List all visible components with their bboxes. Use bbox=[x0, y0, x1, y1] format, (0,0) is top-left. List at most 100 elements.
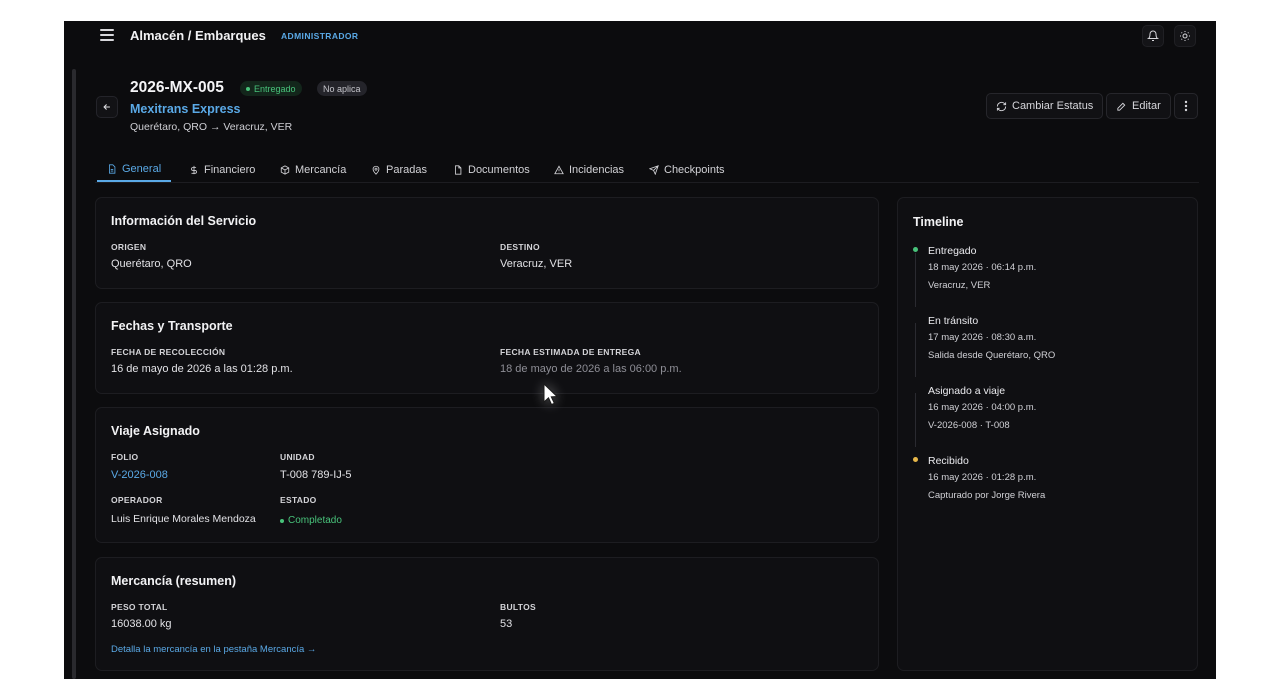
folio-label: FOLIO bbox=[111, 452, 139, 462]
more-options-button[interactable] bbox=[1174, 93, 1198, 119]
timeline-panel: Timeline Entregado 18 may 2026 · 06:14 p… bbox=[897, 197, 1198, 671]
unit-value: T-008 789-IJ-5 bbox=[280, 469, 352, 481]
timeline-connector bbox=[915, 253, 916, 307]
notifications-button[interactable] bbox=[1142, 25, 1164, 47]
folio-link[interactable]: V-2026-008 bbox=[111, 469, 168, 481]
tab-documentos[interactable]: Documentos bbox=[443, 157, 540, 182]
tab-label: Paradas bbox=[386, 163, 427, 176]
timeline-event-note: Capturado por Jorge Rivera bbox=[928, 490, 1046, 501]
timeline-event-time: 18 may 2026 · 06:14 p.m. bbox=[928, 262, 1037, 273]
card-title: Información del Servicio bbox=[111, 214, 257, 228]
top-bar: Almacén / Embarques ADMINISTRADOR bbox=[64, 21, 1216, 51]
tab-general[interactable]: General bbox=[97, 157, 172, 182]
status-badge: Entregado bbox=[240, 81, 302, 96]
timeline-event-time: 16 may 2026 · 01:28 p.m. bbox=[928, 472, 1037, 483]
timeline-event-name: Entregado bbox=[928, 245, 977, 257]
timeline-dot-icon bbox=[913, 457, 918, 462]
trip-state-badge: Completado bbox=[280, 515, 342, 526]
dollar-icon bbox=[191, 165, 197, 174]
origin-label: ORIGEN bbox=[111, 242, 147, 252]
timeline-event-note: V-2026-008 · T-008 bbox=[928, 420, 1010, 431]
timeline-event: En tránsito 17 may 2026 · 08:30 a.m. Sal… bbox=[913, 315, 1183, 377]
timeline-event-note: Salida desde Querétaro, QRO bbox=[928, 350, 1056, 361]
scrollbar[interactable] bbox=[72, 69, 76, 679]
tab-bar: General Financiero Mercancía Paradas Doc… bbox=[95, 157, 1199, 183]
card-title: Mercancía (resumen) bbox=[111, 574, 237, 588]
timeline-event: Asignado a viaje 16 may 2026 · 04:00 p.m… bbox=[913, 385, 1183, 447]
more-vertical-icon bbox=[1184, 100, 1188, 112]
packages-value: 53 bbox=[500, 618, 513, 630]
state-dot-icon bbox=[280, 518, 284, 523]
change-status-label: Cambiar Estatus bbox=[1012, 100, 1094, 112]
weight-value: 16038.00 kg bbox=[111, 618, 172, 630]
tab-checkpoints[interactable]: Checkpoints bbox=[639, 157, 735, 182]
card-title: Fechas y Transporte bbox=[111, 319, 233, 333]
edit-label: Editar bbox=[1132, 100, 1161, 112]
edit-button[interactable]: Editar bbox=[1106, 93, 1171, 119]
document-icon bbox=[109, 163, 116, 174]
tab-label: Checkpoints bbox=[664, 163, 725, 176]
timeline-event: Recibido 16 may 2026 · 01:28 p.m. Captur… bbox=[913, 455, 1183, 517]
packages-label: BULTOS bbox=[500, 602, 536, 612]
tab-mercancia[interactable]: Mercancía bbox=[270, 157, 356, 182]
mouse-cursor-icon bbox=[543, 383, 559, 406]
timeline-event-name: En tránsito bbox=[928, 315, 979, 327]
timeline-event-time: 17 may 2026 · 08:30 a.m. bbox=[928, 332, 1037, 343]
route-summary: Querétaro, QRO → Veracruz, VER bbox=[130, 121, 293, 133]
breadcrumb: Almacén / Embarques bbox=[130, 28, 266, 43]
tab-label: Documentos bbox=[468, 163, 530, 176]
operator-value: Luis Enrique Morales Mendoza bbox=[111, 513, 256, 525]
arrow-left-icon bbox=[103, 104, 110, 110]
unit-label: UNIDAD bbox=[280, 452, 315, 462]
app-window: Almacén / Embarques ADMINISTRADOR 2026-M… bbox=[64, 21, 1216, 679]
carrier-link[interactable]: Mexitrans Express bbox=[130, 102, 240, 116]
weight-label: PESO TOTAL bbox=[111, 602, 168, 612]
theme-toggle-button[interactable] bbox=[1174, 25, 1196, 47]
status-badge-label: Entregado bbox=[254, 83, 296, 94]
destination-value: Veracruz, VER bbox=[500, 258, 573, 270]
role-badge: ADMINISTRADOR bbox=[281, 31, 359, 41]
timeline-dot-icon bbox=[913, 247, 918, 252]
tab-label: Mercancía bbox=[295, 163, 347, 176]
card-title: Viaje Asignado bbox=[111, 424, 200, 438]
back-button[interactable] bbox=[96, 96, 118, 118]
goods-detail-link[interactable]: Detalla la mercancía en la pestaña Merca… bbox=[111, 644, 316, 655]
tab-paradas[interactable]: Paradas bbox=[361, 157, 437, 182]
trip-state-value: Completado bbox=[288, 515, 342, 526]
origin-value: Querétaro, QRO bbox=[111, 258, 192, 270]
sun-icon bbox=[1180, 31, 1190, 41]
warning-icon bbox=[554, 164, 564, 174]
trip-card: Viaje Asignado FOLIO V-2026-008 UNIDAD T… bbox=[95, 407, 879, 543]
file-icon bbox=[455, 164, 462, 175]
pencil-icon bbox=[1117, 102, 1126, 111]
tab-financiero[interactable]: Financiero bbox=[179, 157, 265, 182]
pickup-date-label: FECHA DE RECOLECCIÓN bbox=[111, 347, 226, 357]
tab-incidencias[interactable]: Incidencias bbox=[544, 157, 634, 182]
timeline-connector bbox=[915, 393, 916, 447]
service-info-card: Información del Servicio ORIGEN Querétar… bbox=[95, 197, 879, 289]
tab-label: General bbox=[122, 162, 162, 175]
bell-icon bbox=[1147, 30, 1159, 41]
timeline-connector bbox=[915, 323, 916, 377]
tab-label: Financiero bbox=[204, 163, 256, 176]
pickup-date-value: 16 de mayo de 2026 a las 01:28 p.m. bbox=[111, 363, 293, 375]
refresh-icon bbox=[996, 101, 1007, 111]
timeline-event-name: Asignado a viaje bbox=[928, 385, 1006, 397]
status-dot-icon bbox=[246, 86, 250, 91]
timeline-event-time: 16 may 2026 · 04:00 p.m. bbox=[928, 402, 1037, 413]
map-pin-icon bbox=[372, 165, 380, 175]
state-label: ESTADO bbox=[280, 495, 317, 505]
eta-value: 18 de mayo de 2026 a las 06:00 p.m. bbox=[500, 363, 682, 375]
timeline-event: Entregado 18 may 2026 · 06:14 p.m. Verac… bbox=[913, 245, 1183, 307]
destination-label: DESTINO bbox=[500, 242, 540, 252]
timeline-title: Timeline bbox=[913, 215, 964, 229]
operator-label: OPERADOR bbox=[111, 495, 163, 505]
tab-label: Incidencias bbox=[569, 163, 625, 176]
timeline-event-name: Recibido bbox=[928, 455, 969, 467]
dates-card: Fechas y Transporte FECHA DE RECOLECCIÓN… bbox=[95, 302, 879, 394]
hamburger-menu-icon[interactable] bbox=[100, 29, 114, 41]
eta-label: FECHA ESTIMADA DE ENTREGA bbox=[500, 347, 641, 357]
box-icon bbox=[280, 164, 290, 175]
change-status-button[interactable]: Cambiar Estatus bbox=[986, 93, 1104, 119]
send-icon bbox=[649, 164, 659, 175]
